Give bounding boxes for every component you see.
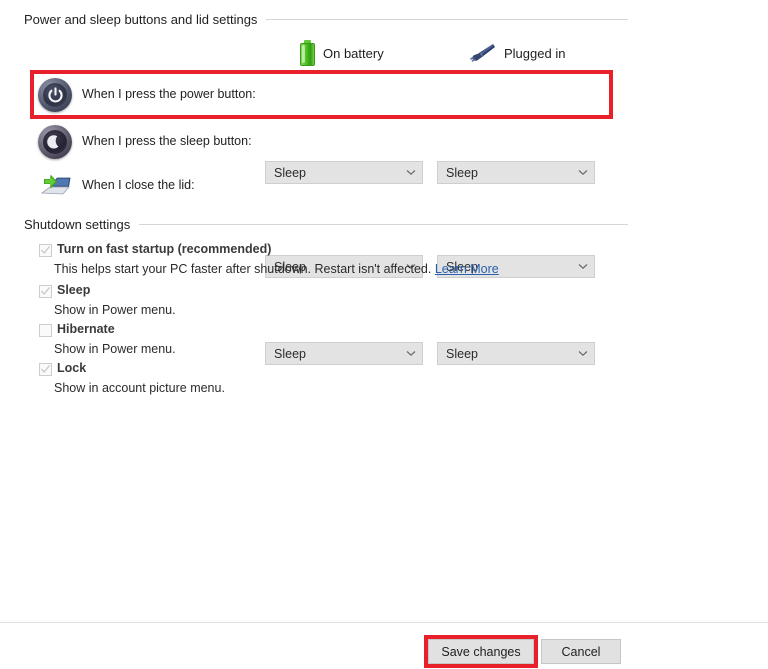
- section-title-shutdown: Shutdown settings: [24, 217, 131, 232]
- fast-startup-description-text: This helps start your PC faster after sh…: [54, 262, 432, 276]
- fast-startup-checkbox[interactable]: [39, 244, 52, 257]
- lock-description: Show in account picture menu.: [54, 381, 225, 395]
- section-header-power-buttons: Power and sleep buttons and lid settings: [24, 12, 628, 27]
- close-lid-plugged-in-dropdown[interactable]: Sleep: [437, 342, 595, 365]
- section-divider-shutdown: [139, 224, 628, 225]
- column-header-plugged-in-label: Plugged in: [504, 45, 566, 61]
- chevron-down-icon: [572, 263, 594, 270]
- power-plug-icon: [468, 42, 496, 64]
- save-changes-button[interactable]: Save changes: [428, 639, 534, 664]
- close-lid-row-label: When I close the lid:: [82, 178, 195, 192]
- power-button-icon: [38, 78, 72, 112]
- lock-label: Lock: [57, 361, 87, 375]
- footer-divider: [0, 622, 768, 623]
- sleep-checkbox[interactable]: [39, 285, 52, 298]
- sleep-description: Show in Power menu.: [54, 303, 176, 317]
- section-divider-power-buttons: [266, 19, 628, 20]
- close-lid-on-battery-value: Sleep: [274, 346, 306, 361]
- column-header-on-battery: On battery: [300, 40, 384, 66]
- laptop-lid-icon: [36, 169, 71, 203]
- sleep-moon-icon: [38, 125, 72, 159]
- power-button-row: When I press the power button: Sleep Sle…: [0, 78, 768, 184]
- hibernate-description: Show in Power menu.: [54, 342, 176, 356]
- hibernate-label: Hibernate: [57, 322, 115, 336]
- section-title-power-buttons: Power and sleep buttons and lid settings: [24, 12, 258, 27]
- battery-icon: [300, 40, 315, 66]
- fast-startup-label: Turn on fast startup (recommended): [57, 242, 272, 256]
- close-lid-on-battery-dropdown[interactable]: Sleep: [265, 342, 423, 365]
- close-lid-plugged-in-value: Sleep: [446, 346, 478, 361]
- cancel-button[interactable]: Cancel: [541, 639, 621, 664]
- chevron-down-icon: [400, 350, 422, 357]
- hibernate-checkbox[interactable]: [39, 324, 52, 337]
- fast-startup-description: This helps start your PC faster after sh…: [54, 262, 499, 276]
- sleep-button-row: When I press the sleep button: Sleep Sle…: [0, 125, 768, 278]
- sleep-label: Sleep: [57, 283, 91, 297]
- learn-more-link[interactable]: Learn More: [435, 262, 499, 276]
- sleep-button-row-label: When I press the sleep button:: [82, 134, 252, 148]
- power-button-row-label: When I press the power button:: [82, 87, 256, 101]
- chevron-down-icon: [572, 350, 594, 357]
- column-header-plugged-in: Plugged in: [468, 42, 565, 64]
- section-header-shutdown: Shutdown settings: [24, 217, 628, 232]
- column-header-on-battery-label: On battery: [323, 45, 384, 61]
- close-lid-row: When I close the lid: Sleep Sleep: [0, 169, 768, 365]
- lock-checkbox[interactable]: [39, 363, 52, 376]
